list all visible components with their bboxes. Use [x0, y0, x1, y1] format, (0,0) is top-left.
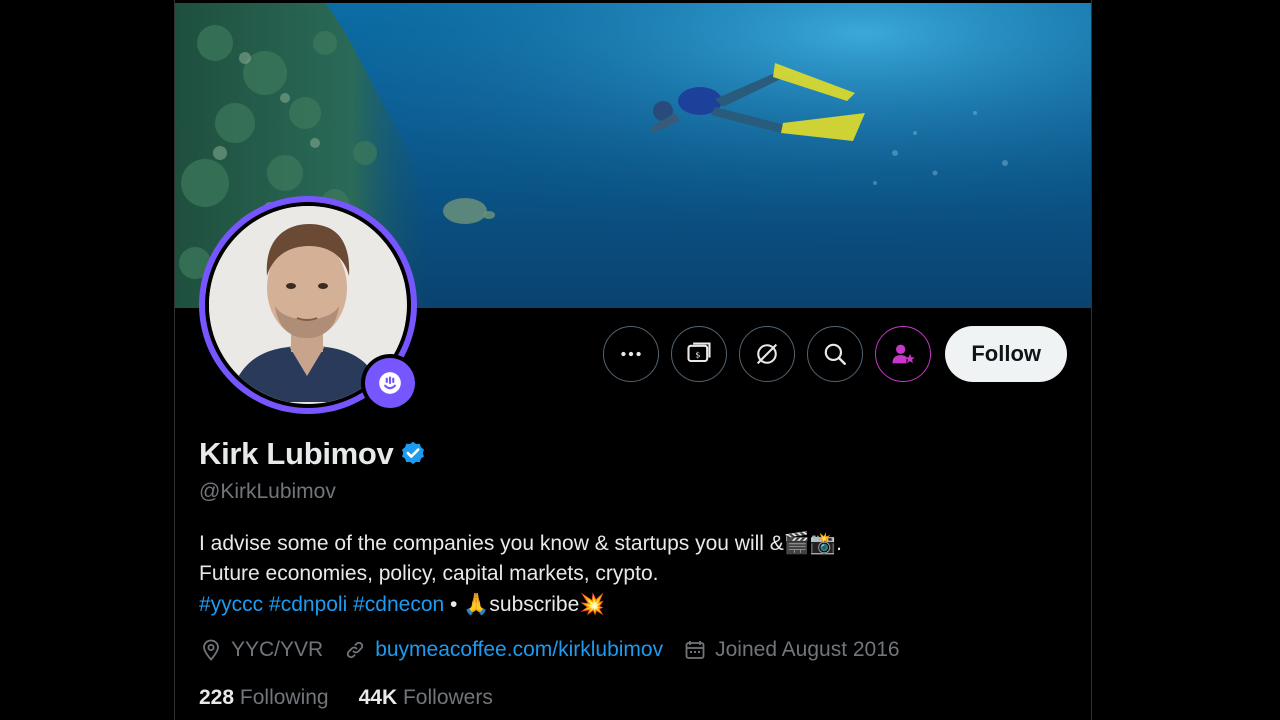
bio-line-2: Future economies, policy, capital market… — [199, 562, 659, 585]
hashtag-link[interactable]: #yyccc — [199, 593, 263, 616]
link-icon — [347, 641, 364, 659]
subscribe-button[interactable] — [875, 326, 932, 382]
more-button[interactable] — [603, 326, 660, 382]
pray-emoji: 🙏 — [463, 592, 490, 616]
followers-count: 44K — [358, 686, 398, 709]
grok-icon — [757, 343, 778, 365]
calendar-icon — [685, 641, 705, 659]
profile-meta: YYC/YVR buymeacoffee.com/kirklubimov Joi… — [199, 638, 920, 662]
bio-line-1: I advise some of the companies you know … — [199, 528, 1059, 559]
message-button[interactable]: $ — [671, 326, 728, 382]
bio-emoji-film-camera: 🎬📸 — [783, 531, 837, 555]
boom-emoji: 💥 — [579, 592, 606, 616]
location-text: YYC/YVR — [231, 638, 324, 661]
community-badge — [361, 354, 419, 412]
following-label: Following — [239, 686, 329, 709]
spaces-face-icon — [379, 372, 401, 394]
hashtag-link[interactable]: #cdnecon — [353, 593, 444, 616]
bio-period: . — [836, 532, 842, 555]
search-icon — [825, 343, 847, 365]
grok-button[interactable] — [739, 326, 796, 382]
profile-joined: Joined August 2016 — [683, 638, 900, 662]
joined-text: Joined August 2016 — [715, 638, 900, 661]
bio-line-3: #yyccc #cdnpoli #cdnecon • 🙏subscribe💥 — [199, 589, 1059, 620]
followers-link[interactable]: 44K Followers — [359, 686, 493, 710]
followers-label: Followers — [402, 686, 493, 709]
following-count: 228 — [199, 686, 235, 709]
bio-separator: • — [450, 593, 458, 616]
hashtag-link[interactable]: #cdnpoli — [269, 593, 347, 616]
bio-subscribe-text: subscribe — [489, 593, 580, 616]
profile-frame: $ Follow Kirk Lubimov @KirkLubimov I adv… — [174, 0, 1092, 720]
profile-actions: $ Follow — [603, 326, 1067, 382]
location-pin-icon — [203, 639, 219, 661]
profile-handle: @KirkLubimov — [199, 480, 336, 503]
verified-badge-icon[interactable] — [399, 440, 427, 468]
message-icon: $ — [687, 342, 711, 363]
profile-website: buymeacoffee.com/kirklubimov — [343, 638, 663, 662]
search-button[interactable] — [807, 326, 864, 382]
profile-name-row: Kirk Lubimov — [199, 436, 427, 472]
profile-stats: 228 Following 44K Followers — [199, 686, 493, 710]
profile-location: YYC/YVR — [199, 638, 323, 662]
bio-text-1: I advise some of the companies you know … — [199, 532, 784, 555]
more-icon — [621, 351, 642, 357]
subscribe-icon — [892, 344, 916, 364]
profile-name: Kirk Lubimov — [199, 436, 394, 471]
follow-button[interactable]: Follow — [945, 326, 1067, 382]
profile-bio: I advise some of the companies you know … — [199, 528, 1059, 620]
svg-text:$: $ — [696, 350, 701, 360]
website-link[interactable]: buymeacoffee.com/kirklubimov — [375, 638, 663, 662]
following-link[interactable]: 228 Following — [199, 686, 329, 710]
